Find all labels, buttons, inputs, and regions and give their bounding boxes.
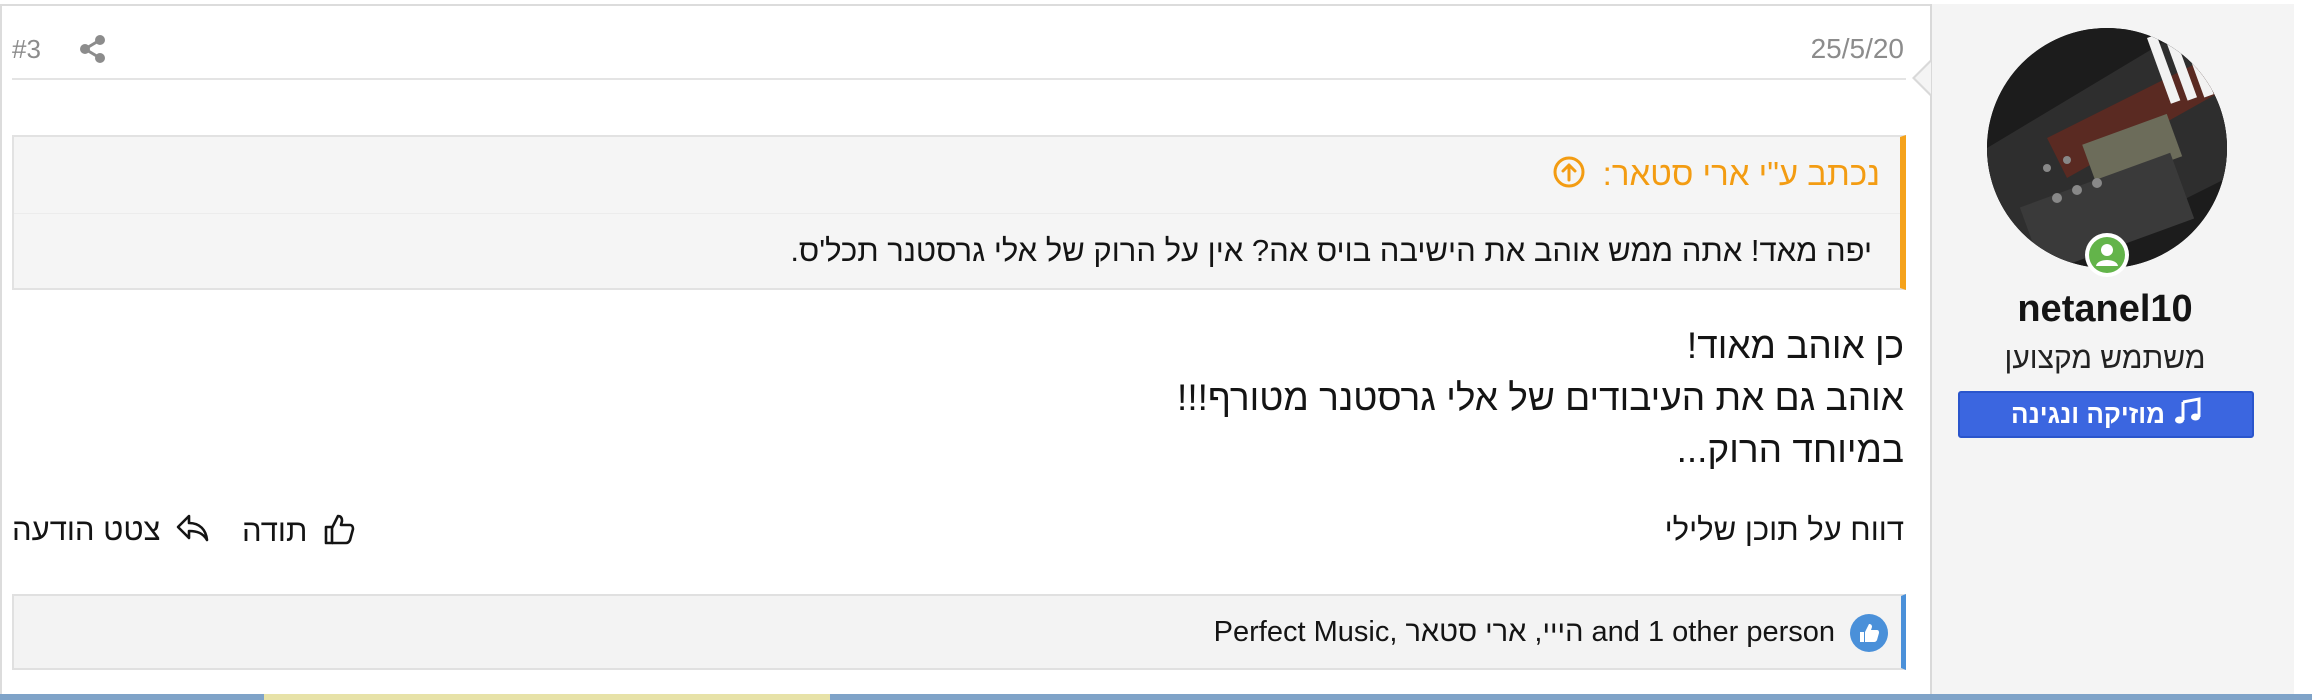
like-badge-icon [1849,613,1889,658]
user-icon [2089,237,2125,273]
report-link[interactable]: דווח על תוכן שלילי [1665,512,1904,548]
header-divider [12,78,1906,80]
bottom-strip-highlight [264,694,830,700]
quote-text: יפה מאד! אתה ממש אוהב את הישיבה בויס אה?… [790,233,1872,268]
online-status-badge [2085,233,2129,277]
music-note-icon [2173,395,2201,438]
message-line: כן אוהב מאוד! [1686,325,1904,366]
message-line: במיוחד הרוק... [1676,429,1904,470]
thumbs-up-icon [322,512,356,554]
username-link[interactable]: netanel10 [1930,288,2280,331]
post-date[interactable]: 25/5/20 [1811,33,1904,65]
user-banner: מוזיקה ונגינה [1958,391,2254,438]
like-button[interactable]: תודה [242,512,356,554]
share-icon[interactable] [78,34,108,69]
reply-icon [175,513,209,551]
sidebar-arrow-inner [1915,62,1931,94]
quote-reply-button[interactable]: צטט הודעה [12,512,209,551]
arrow-up-circle-icon[interactable] [1552,155,1586,197]
quote-block: נכתב ע"י ארי סטאר: יפה מאד! אתה ממש אוהב… [12,135,1906,290]
quote-author-link[interactable]: נכתב ע"י ארי סטאר: [1552,155,1880,197]
message-body: כן אוהב מאוד! אוהב גם את העיבודים של אלי… [404,320,1904,476]
message-line: אוהב גם את העיבודים של אלי גרסטנר מטורף!… [1177,377,1904,418]
banner-label: מוזיקה ונגינה [2011,399,2165,429]
quote-divider [14,213,1900,214]
page: #3 25/5/20 נכתב ע"י ארי סטאר: יפה מאד! א… [0,0,2312,700]
avatar[interactable] [1987,28,2227,268]
user-title: משתמש מקצוען [2004,342,2206,375]
like-label: תודה [242,513,308,549]
reactions-bar: Perfect Music, הייי, ארי סטאר and 1 othe… [12,594,1906,670]
post-number-link[interactable]: #3 [12,34,41,65]
quote-author-label: נכתב ע"י ארי סטאר: [1602,155,1880,192]
reply-label: צטט הודעה [12,512,161,547]
reactions-list-link[interactable]: Perfect Music, הייי, ארי סטאר and 1 othe… [1214,616,1835,649]
